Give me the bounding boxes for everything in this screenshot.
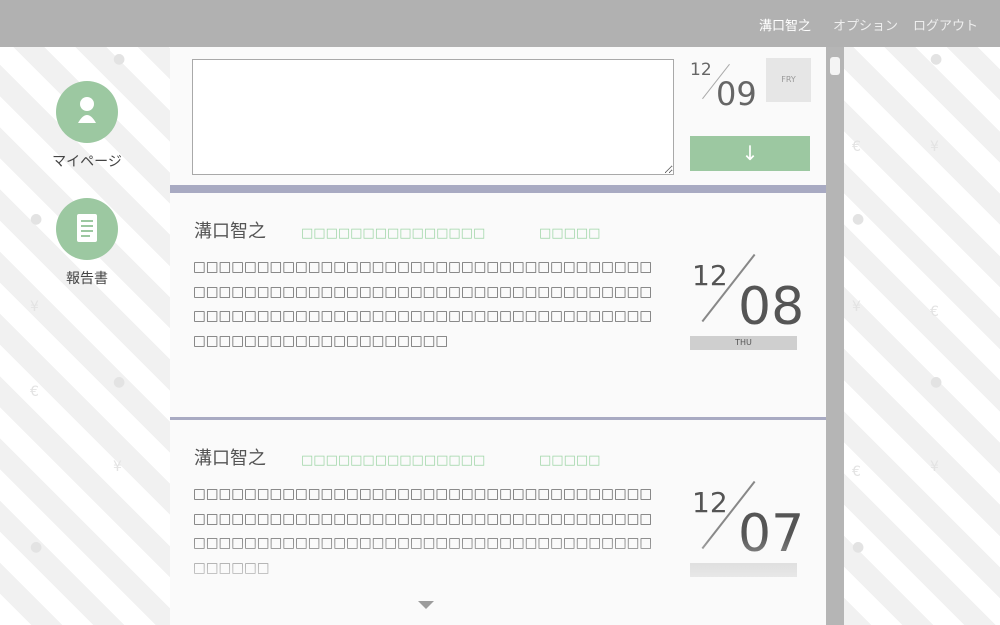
background-pattern: ● (930, 51, 943, 67)
background-pattern: ¥ (930, 139, 939, 155)
background-pattern: ● (852, 539, 865, 555)
compose-day: 09 (716, 75, 757, 113)
background-pattern: € (852, 464, 861, 480)
background-pattern: ¥ (852, 299, 861, 315)
background-pattern: € (930, 304, 939, 320)
compose-month: 12 (690, 60, 712, 80)
scrollbar-thumb[interactable] (830, 57, 840, 75)
background-pattern: ¥ (113, 459, 122, 475)
post-month: 12 (692, 259, 728, 292)
report-post: 溝口智之 □□□□□□□□□□□□□□□ □□□□□ □□□□□□□□□□□□□… (170, 193, 826, 417)
post-fade (170, 535, 826, 605)
compose-date: 12 09 (690, 57, 760, 113)
submit-button[interactable]: ↓ (690, 136, 810, 171)
post-month: 12 (692, 486, 728, 519)
background-pattern: ● (930, 374, 943, 390)
background-pattern: ¥ (930, 459, 939, 475)
chevron-down-icon[interactable] (418, 601, 434, 609)
post-tag[interactable]: □□□□□□□□□□□□□□□ (301, 453, 485, 468)
header-user-name[interactable]: 溝口智之 (759, 15, 811, 34)
section-divider (170, 185, 826, 193)
compose-weekday: FRY (766, 58, 811, 102)
post-author[interactable]: 溝口智之 (194, 217, 266, 243)
background-pattern: ¥ (30, 299, 39, 315)
nav-report[interactable]: 報告書 (45, 198, 129, 288)
nav-report-label: 報告書 (66, 271, 108, 287)
document-icon (56, 198, 118, 260)
user-icon (56, 81, 118, 143)
nav-mypage-label: マイページ (52, 154, 122, 170)
post-tag[interactable]: □□□□□□□□□□□□□□□ (301, 226, 485, 241)
post-tag-secondary[interactable]: □□□□□ (539, 226, 600, 241)
down-arrow-icon: ↓ (741, 141, 759, 165)
feed-scrollbar[interactable] (826, 47, 844, 625)
logout-link[interactable]: ログアウト (913, 15, 978, 34)
background-pattern: ● (113, 51, 126, 67)
background-pattern: ● (30, 539, 43, 555)
post-author[interactable]: 溝口智之 (194, 444, 266, 470)
background-pattern: € (852, 139, 861, 155)
report-text-input[interactable] (192, 59, 674, 175)
background-pattern: ● (30, 211, 43, 227)
report-post: 溝口智之 □□□□□□□□□□□□□□□ □□□□□ □□□□□□□□□□□□□… (170, 420, 826, 625)
post-body: □□□□□□□□□□□□□□□□□□□□□□□□□□□□□□□□□□□□□□□□… (193, 259, 653, 349)
background-pattern: € (30, 384, 39, 400)
background-pattern: ● (113, 374, 126, 390)
post-weekday: THU (690, 336, 797, 350)
compose-panel: 12 09 FRY ↓ (170, 47, 826, 185)
options-link[interactable]: オプション (833, 15, 898, 34)
top-bar: 溝口智之 オプション ログアウト (0, 0, 1000, 47)
background-pattern: ● (852, 211, 865, 227)
nav-mypage[interactable]: マイページ (45, 81, 129, 171)
post-day: 08 (738, 277, 805, 337)
post-tag-secondary[interactable]: □□□□□ (539, 453, 600, 468)
report-feed: 12 09 FRY ↓ 溝口智之 □□□□□□□□□□□□□□□ □□□□□ □… (170, 47, 826, 625)
